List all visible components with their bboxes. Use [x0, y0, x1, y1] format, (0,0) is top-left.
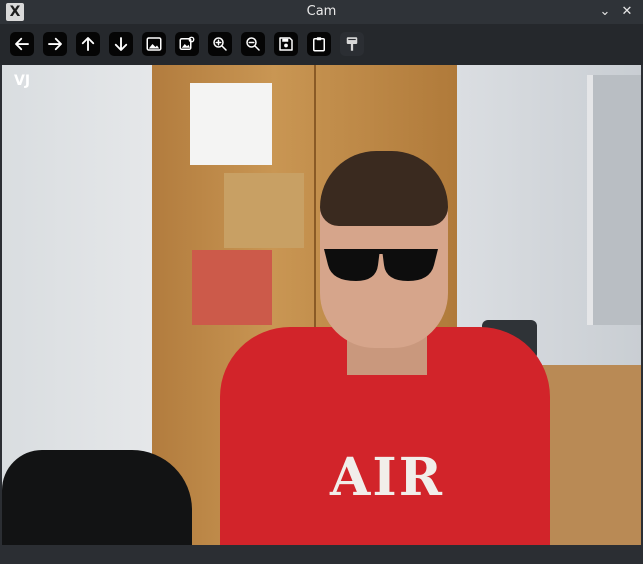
room-window [587, 75, 641, 325]
save-icon [279, 37, 293, 51]
app-window: X Cam ⌄ ✕ AIR VJ [0, 0, 643, 564]
clipboard-button[interactable] [307, 32, 331, 56]
title-bar: X Cam ⌄ ✕ [0, 0, 643, 24]
save-button[interactable] [274, 32, 298, 56]
move-up-button[interactable] [76, 32, 100, 56]
zoom-in-icon [213, 37, 227, 51]
toolbar [0, 24, 643, 65]
zoom-out-icon [246, 37, 260, 51]
shirt-logo-text: AIR [330, 447, 444, 508]
mirror-panel [192, 250, 272, 325]
mirror-panel [224, 173, 304, 248]
camera-view: AIR VJ [2, 65, 641, 545]
watermark-logo: VJ [14, 73, 31, 89]
paint-brush-button[interactable] [340, 32, 364, 56]
zoom-in-button[interactable] [208, 32, 232, 56]
image-icon [146, 37, 162, 51]
image-settings-icon [179, 36, 195, 50]
move-down-button[interactable] [109, 32, 133, 56]
close-button[interactable]: ✕ [618, 3, 636, 21]
arrow-left-icon [15, 37, 29, 51]
minimize-button[interactable]: ⌄ [596, 3, 614, 21]
image-settings-button[interactable] [175, 32, 199, 56]
move-right-button[interactable] [43, 32, 67, 56]
image-button[interactable] [142, 32, 166, 56]
arrow-right-icon [48, 37, 62, 51]
paint-brush-icon [346, 37, 358, 51]
move-left-button[interactable] [10, 32, 34, 56]
status-bar [0, 545, 643, 564]
zoom-out-button[interactable] [241, 32, 265, 56]
black-bag [2, 450, 192, 545]
arrow-down-icon [114, 37, 128, 51]
arrow-up-icon [81, 37, 95, 51]
clipboard-icon [313, 37, 325, 52]
sunglasses-overlay [324, 249, 438, 281]
mirror-panel [190, 83, 272, 165]
window-title: Cam [306, 4, 337, 19]
